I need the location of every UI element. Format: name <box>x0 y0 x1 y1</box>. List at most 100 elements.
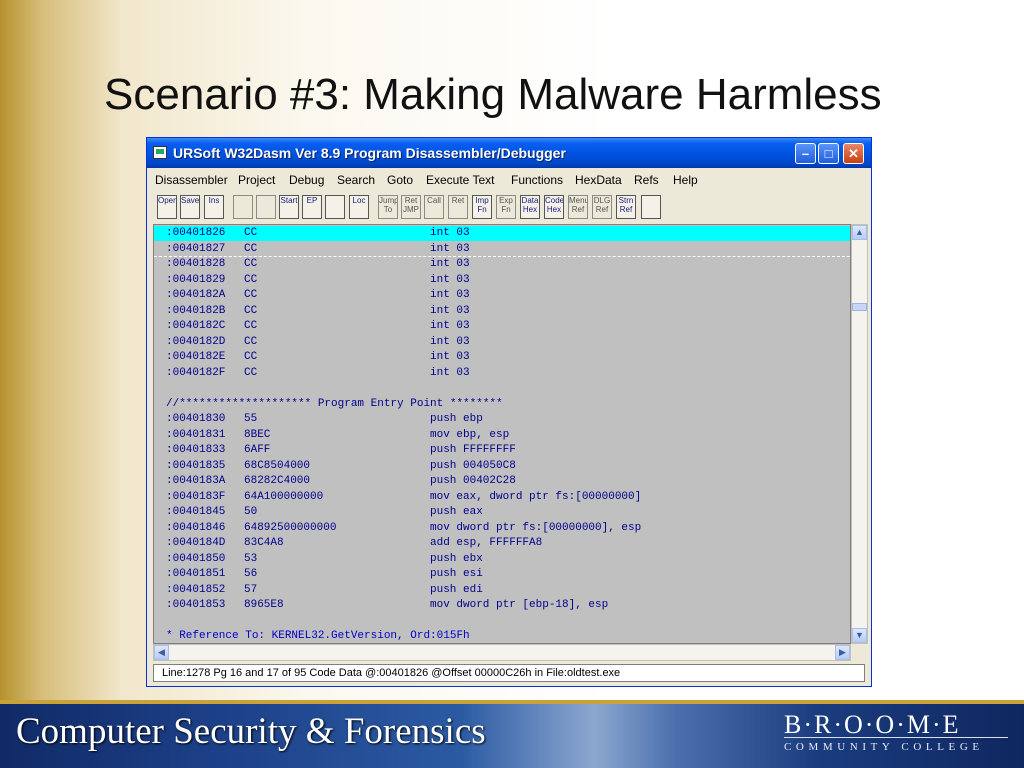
save-icon[interactable]: Save <box>180 195 200 219</box>
menu-refs[interactable]: Refs <box>634 173 659 187</box>
code-line[interactable]: :00401831 8BEC mov ebp, esp <box>154 428 850 443</box>
college-logo: B·R·O·O·M·E <box>784 710 961 739</box>
print-icon[interactable] <box>641 195 661 219</box>
code-line[interactable]: :00401845 50 push eax <box>154 505 850 520</box>
code-line[interactable]: :00401830 55 push ebp <box>154 412 850 427</box>
code-line[interactable]: * Reference To: KERNEL32.GetVersion, Ord… <box>154 629 850 643</box>
menu-search[interactable]: Search <box>337 173 375 187</box>
instruction: push 00402C28 <box>430 475 516 487</box>
code-line[interactable]: :00401833 6AFF push FFFFFFFF <box>154 443 850 458</box>
disassembly-listing[interactable]: :00401826 CC int 03:00401827 CC int 03:00401… <box>153 224 851 644</box>
code-line[interactable]: //******************** Program Entry Poi… <box>154 397 850 412</box>
opcode-bytes: 56 <box>244 568 258 580</box>
code-line[interactable]: :0040183A 68282C4000 push 00402C28 <box>154 474 850 489</box>
scroll-right-icon[interactable]: ▶ <box>835 645 850 660</box>
address: :00401835 <box>166 459 226 472</box>
goto-icon[interactable] <box>325 195 345 219</box>
scroll-left-icon[interactable]: ◀ <box>154 645 169 660</box>
data-hex-icon[interactable]: Data Hex <box>520 195 540 219</box>
code-line[interactable]: :00401853 8965E8 mov dword ptr [ebp-18], e… <box>154 598 850 613</box>
opcode-bytes: 57 <box>244 583 258 596</box>
code-line[interactable]: :0040182F CC int 03 <box>154 366 850 381</box>
menu-execute-text[interactable]: Execute Text <box>426 173 494 187</box>
code-line[interactable]: :0040183F 64A100000000 mov eax, dword ptr … <box>154 490 850 505</box>
jump-to-icon[interactable]: Jump To <box>378 195 398 219</box>
opcode-bytes: 68C8504000 <box>244 459 311 472</box>
opcode-bytes: 50 <box>244 506 258 518</box>
address: :00401826 <box>166 227 226 239</box>
opcode-bytes: CC <box>244 258 258 270</box>
instruction: push 004050C8 <box>430 459 516 472</box>
opcode-bytes: 68282C4000 <box>244 475 311 487</box>
entry-point-icon[interactable]: EP <box>302 195 322 219</box>
code-line[interactable]: :00401828 CC int 03 <box>154 257 850 272</box>
string-ref-icon[interactable]: Strn Ref <box>616 195 636 219</box>
app-icon[interactable] <box>153 146 167 159</box>
menu-functions[interactable]: Functions <box>511 173 563 187</box>
menu-project[interactable]: Project <box>238 173 275 187</box>
code-line[interactable] <box>154 614 850 629</box>
code-hex-icon[interactable]: Code Hex <box>544 195 564 219</box>
scroll-down-icon[interactable]: ▼ <box>852 628 867 643</box>
code-line[interactable]: :0040182C CC int 03 <box>154 319 850 334</box>
horizontal-scrollbar[interactable]: ◀ ▶ <box>153 644 851 661</box>
code-location-icon[interactable]: Loc <box>349 195 369 219</box>
opcode-bytes: 8BEC <box>244 428 271 441</box>
code-line[interactable]: :00401850 53 push ebx <box>154 552 850 567</box>
scroll-thumb[interactable] <box>852 303 867 311</box>
menu-ref-icon[interactable]: Menu Ref <box>568 195 588 219</box>
window-titlebar[interactable]: URSoft W32Dasm Ver 8.9 Program Disassemb… <box>147 138 871 168</box>
code-line[interactable]: :0040184D 83C4A8 add esp, FFFFFFA8 <box>154 536 850 551</box>
instruction: int 03 <box>430 366 470 379</box>
code-line[interactable]: :00401846 64892500000000 mov dword ptr fs:… <box>154 521 850 536</box>
opcode-bytes: 55 <box>244 413 258 425</box>
address: :0040184D <box>166 537 226 549</box>
address: :0040183A <box>166 475 226 487</box>
load-icon[interactable] <box>233 195 253 219</box>
address: :00401845 <box>166 506 226 518</box>
import-fn-icon[interactable]: Imp Fn <box>472 195 492 219</box>
step-icon[interactable] <box>256 195 276 219</box>
code-line[interactable]: :0040182B CC int 03 <box>154 304 850 319</box>
vertical-scrollbar[interactable]: ▲ ▼ <box>851 224 868 644</box>
opcode-bytes: CC <box>244 242 258 255</box>
address: :00401827 <box>166 242 226 255</box>
menu-help[interactable]: Help <box>673 173 698 187</box>
pen-icon[interactable]: Ins <box>204 195 224 219</box>
code-line[interactable]: :0040182E CC int 03 <box>154 350 850 365</box>
code-line[interactable]: :00401852 57 push edi <box>154 583 850 598</box>
ret-icon[interactable]: Ret <box>448 195 468 219</box>
export-fn-icon[interactable]: Exp Fn <box>496 195 516 219</box>
dlg-ref-icon[interactable]: DLG Ref <box>592 195 612 219</box>
instruction: push ebx <box>430 552 483 565</box>
instruction: int 03 <box>430 227 470 239</box>
menu-goto[interactable]: Goto <box>387 173 413 187</box>
code-line[interactable]: :00401829 CC int 03 <box>154 273 850 288</box>
footer-banner: Computer Security & Forensics B·R·O·O·M·… <box>0 700 1024 768</box>
code-line[interactable]: :00401851 56 push esi <box>154 567 850 582</box>
ret-jmp-icon[interactable]: Ret JMP <box>401 195 421 219</box>
selected-code-line[interactable]: :00401826 CC int 03 <box>154 226 850 241</box>
close-button[interactable]: ✕ <box>843 143 864 164</box>
instruction: int 03 <box>430 273 470 286</box>
address: :0040183F <box>166 490 226 503</box>
minimize-button[interactable]: – <box>795 143 816 164</box>
menu-disassembler[interactable]: Disassembler <box>155 173 228 187</box>
code-line[interactable]: :00401827 CC int 03 <box>154 242 850 257</box>
run-start-icon[interactable]: Start <box>279 195 299 219</box>
address: :0040182A <box>166 289 226 301</box>
code-line[interactable] <box>154 381 850 396</box>
menu-hexdata[interactable]: HexData <box>575 173 622 187</box>
code-line[interactable]: :0040182D CC int 03 <box>154 335 850 350</box>
opcode-bytes: 64A100000000 <box>244 490 324 503</box>
scroll-up-icon[interactable]: ▲ <box>852 225 867 240</box>
code-line[interactable]: :0040182A CC int 03 <box>154 288 850 303</box>
code-line[interactable]: :00401835 68C8504000 push 004050C8 <box>154 459 850 474</box>
course-title: Computer Security & Forensics <box>16 711 486 752</box>
call-icon[interactable]: Call <box>424 195 444 219</box>
menu-bar: Disassembler Project Debug Search Goto E… <box>147 169 871 190</box>
open-file-icon[interactable]: Open <box>157 195 177 219</box>
footer-stripe <box>0 700 1024 704</box>
menu-debug[interactable]: Debug <box>289 173 324 187</box>
maximize-button[interactable]: □ <box>818 143 839 164</box>
